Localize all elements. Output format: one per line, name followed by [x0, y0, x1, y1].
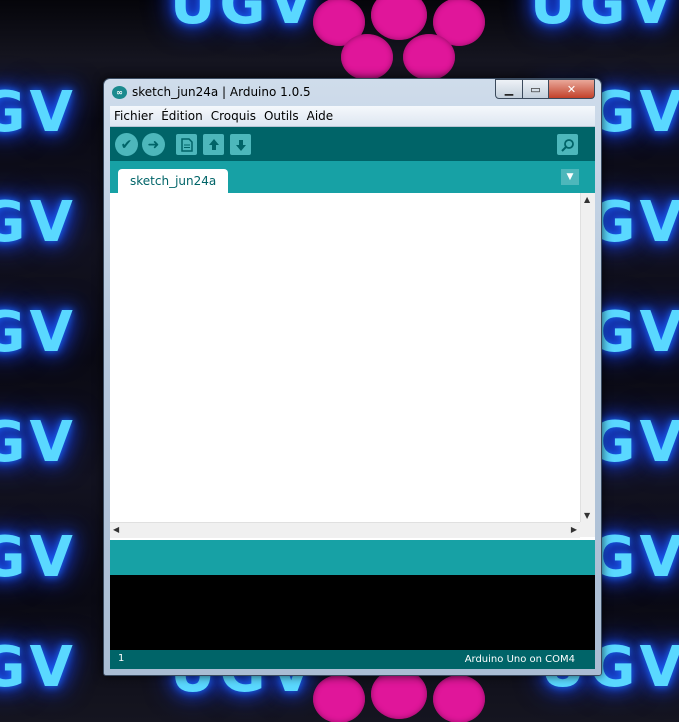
- check-icon: ✔: [120, 136, 133, 153]
- client-area: Fichier Édition Croquis Outils Aide ✔ ➜: [110, 106, 595, 669]
- board-info: Arduino Uno on COM4: [464, 654, 575, 665]
- wallpaper-text: UGV: [0, 410, 77, 475]
- vertical-scrollbar[interactable]: ▲ ▼: [580, 193, 595, 522]
- window-title: sketch_jun24a | Arduino 1.0.5: [132, 85, 311, 99]
- arrow-down-icon: [235, 139, 246, 151]
- wallpaper-text: UGV: [530, 0, 677, 37]
- arduino-window: ∞ sketch_jun24a | Arduino 1.0.5 ▁ ▭ ✕ Fi…: [103, 78, 602, 676]
- maximize-button[interactable]: ▭: [523, 79, 549, 99]
- minimize-button[interactable]: ▁: [495, 79, 523, 99]
- wallpaper-text: UGV: [0, 80, 77, 145]
- menu-aide[interactable]: Aide: [303, 106, 338, 126]
- save-button[interactable]: [230, 134, 251, 155]
- verify-button[interactable]: ✔: [115, 133, 138, 156]
- menu-croquis[interactable]: Croquis: [207, 106, 260, 126]
- scroll-down-icon[interactable]: ▼: [584, 511, 590, 520]
- tab-sketch[interactable]: sketch_jun24a: [118, 169, 229, 193]
- wallpaper-text: UGV: [0, 190, 77, 255]
- raspberry-logo-top: [313, 0, 488, 80]
- open-button[interactable]: [203, 134, 224, 155]
- minimize-icon: ▁: [504, 82, 514, 96]
- scroll-left-icon[interactable]: ◀: [113, 525, 119, 534]
- upload-button[interactable]: ➜: [142, 133, 165, 156]
- toolbar: ✔ ➜: [110, 127, 595, 161]
- line-number: 1: [118, 653, 125, 664]
- close-button[interactable]: ✕: [549, 79, 595, 99]
- close-icon: ✕: [566, 82, 577, 96]
- title-bar[interactable]: ∞ sketch_jun24a | Arduino 1.0.5 ▁ ▭ ✕: [104, 79, 601, 106]
- wallpaper-text: UGV: [0, 300, 77, 365]
- horizontal-scrollbar[interactable]: ◀ ▶: [110, 522, 580, 538]
- arrow-up-icon: [208, 138, 219, 150]
- arrow-right-icon: ➜: [147, 136, 160, 153]
- maximize-icon: ▭: [530, 82, 541, 96]
- scroll-up-icon[interactable]: ▲: [584, 195, 590, 204]
- new-button[interactable]: [176, 134, 197, 155]
- menu-bar: Fichier Édition Croquis Outils Aide: [110, 106, 595, 127]
- wallpaper-text: UGV: [170, 0, 317, 37]
- code-editor[interactable]: [110, 193, 580, 522]
- footer-bar: 1 Arduino Uno on COM4: [110, 650, 595, 669]
- new-document-icon: [180, 137, 193, 152]
- arduino-infinity-icon: ∞: [112, 86, 127, 99]
- tab-bar: sketch_jun24a ▼: [110, 161, 595, 193]
- window-controls: ▁ ▭ ✕: [495, 79, 595, 99]
- wallpaper-text: UGV: [0, 525, 77, 590]
- serial-monitor-button[interactable]: [557, 134, 578, 155]
- raspberry-logo-bottom: [313, 669, 488, 722]
- menu-outils[interactable]: Outils: [260, 106, 303, 126]
- message-area: [110, 540, 595, 575]
- wallpaper-text: UGV: [0, 635, 77, 700]
- tab-menu-button[interactable]: ▼: [561, 169, 579, 185]
- menu-fichier[interactable]: Fichier: [110, 106, 157, 126]
- chevron-down-icon: ▼: [566, 172, 574, 182]
- menu-edition[interactable]: Édition: [157, 106, 207, 126]
- console-output[interactable]: [110, 575, 595, 650]
- magnifier-icon: [560, 138, 574, 152]
- scrollbar-corner: [580, 522, 595, 537]
- scroll-right-icon[interactable]: ▶: [571, 525, 577, 534]
